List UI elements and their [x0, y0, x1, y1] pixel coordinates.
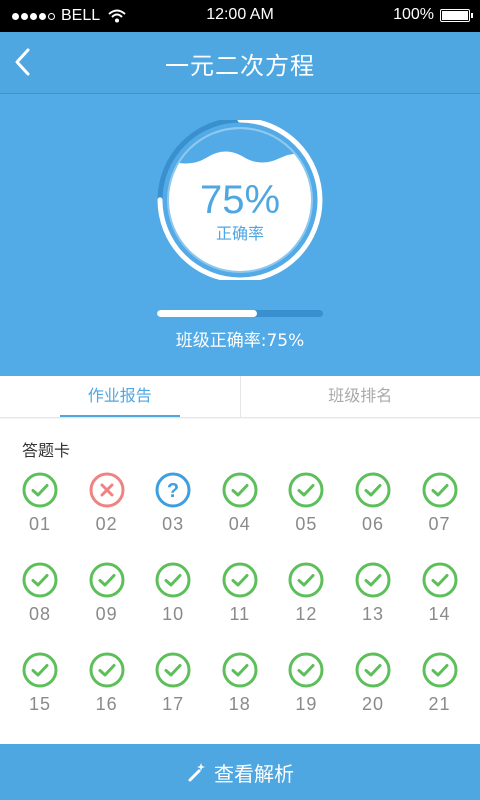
- question-circle-icon: ?: [155, 472, 191, 508]
- class-accuracy-bar: [157, 310, 323, 317]
- check-circle-icon: [422, 652, 458, 688]
- question-item[interactable]: 06: [353, 472, 393, 542]
- report-tabs: 作业报告 班级排名: [0, 376, 480, 418]
- check-circle-icon: [155, 652, 191, 688]
- answer-card: 答题卡 01 02? 03 04 05 06 07 08 09 10 11 12 13 14 15 16 17 1…: [0, 419, 480, 744]
- question-number: 07: [428, 514, 451, 534]
- check-circle-icon: [89, 562, 125, 598]
- chevron-left-icon: [15, 48, 30, 76]
- question-item[interactable]: 02: [87, 472, 127, 542]
- battery-info: 100%: [393, 6, 473, 24]
- answer-card-title: 答题卡: [22, 441, 71, 460]
- check-circle-icon: [355, 652, 391, 688]
- status-bar: BELL 12:00 AM 100%: [0, 0, 480, 32]
- question-number: 10: [162, 604, 185, 624]
- question-item[interactable]: 04: [220, 472, 260, 542]
- check-circle-icon: [288, 472, 324, 508]
- question-number: 15: [28, 694, 52, 714]
- question-number: 06: [361, 514, 384, 534]
- question-number: 13: [361, 604, 384, 624]
- question-number: 01: [28, 514, 52, 534]
- check-circle-icon: [22, 472, 58, 508]
- view-analysis-button[interactable]: 查看解析: [0, 744, 480, 800]
- question-item[interactable]: 17: [153, 652, 193, 722]
- page-title: 一元二次方程: [165, 52, 315, 80]
- tab-homework-report[interactable]: 作业报告: [0, 376, 240, 417]
- check-circle-icon: [422, 472, 458, 508]
- question-grid: 01 02? 03 04 05 06 07 08 09 10 11 12 13 14 15 16 17 18 19 2…: [20, 472, 460, 722]
- view-analysis-label: 查看解析: [214, 761, 294, 786]
- battery-icon: [440, 8, 473, 22]
- question-number: 14: [428, 604, 451, 624]
- nav-header: 一元二次方程: [0, 32, 480, 94]
- question-number: 18: [228, 694, 251, 714]
- check-circle-icon: [288, 562, 324, 598]
- check-circle-icon: [355, 472, 391, 508]
- question-item[interactable]: 16: [87, 652, 127, 722]
- question-number: 19: [295, 694, 318, 714]
- question-number: 11: [229, 604, 251, 624]
- question-number: 17: [162, 694, 185, 714]
- question-number: 05: [295, 514, 318, 534]
- question-number: 20: [361, 694, 384, 714]
- check-circle-icon: [155, 562, 191, 598]
- question-number: 12: [295, 604, 318, 624]
- question-item[interactable]: 12: [286, 562, 326, 632]
- svg-text:?: ?: [167, 480, 179, 502]
- check-circle-icon: [222, 472, 258, 508]
- question-number: 09: [95, 604, 118, 624]
- question-item[interactable]: ? 03: [153, 472, 193, 542]
- magic-wand-icon: [188, 763, 205, 782]
- accuracy-percent: 75%: [199, 178, 281, 222]
- question-item[interactable]: 09: [87, 562, 127, 632]
- question-item[interactable]: 08: [20, 562, 60, 632]
- question-item[interactable]: 10: [153, 562, 193, 632]
- question-item[interactable]: 21: [420, 652, 460, 722]
- battery-percent: 100%: [393, 6, 434, 23]
- check-circle-icon: [22, 652, 58, 688]
- cross-circle-icon: [89, 472, 125, 508]
- question-item[interactable]: 20: [353, 652, 393, 722]
- question-item[interactable]: 01: [20, 472, 60, 542]
- question-item[interactable]: 07: [420, 472, 460, 542]
- question-item[interactable]: 13: [353, 562, 393, 632]
- question-number: 16: [95, 694, 118, 714]
- tab-class-ranking[interactable]: 班级排名: [239, 376, 480, 417]
- class-accuracy-fill: [157, 310, 257, 317]
- score-panel: 75% 正确率 班级正确率:75%: [0, 94, 480, 376]
- question-number: 08: [28, 604, 52, 624]
- class-accuracy-text: 班级正确率:75%: [175, 331, 305, 351]
- question-number: 03: [162, 514, 185, 534]
- check-circle-icon: [222, 652, 258, 688]
- question-item[interactable]: 11: [220, 562, 260, 632]
- check-circle-icon: [288, 652, 324, 688]
- back-button[interactable]: [8, 44, 44, 80]
- accuracy-label: 正确率: [215, 224, 264, 243]
- question-item[interactable]: 05: [286, 472, 326, 542]
- check-circle-icon: [22, 562, 58, 598]
- check-circle-icon: [222, 562, 258, 598]
- question-item[interactable]: 19: [286, 652, 326, 722]
- question-item[interactable]: 14: [420, 562, 460, 632]
- question-number: 21: [428, 694, 451, 714]
- question-item[interactable]: 15: [20, 652, 60, 722]
- question-number: 04: [228, 514, 251, 534]
- check-circle-icon: [89, 652, 125, 688]
- question-number: 02: [95, 514, 118, 534]
- check-circle-icon: [422, 562, 458, 598]
- check-circle-icon: [355, 562, 391, 598]
- question-item[interactable]: 18: [220, 652, 260, 722]
